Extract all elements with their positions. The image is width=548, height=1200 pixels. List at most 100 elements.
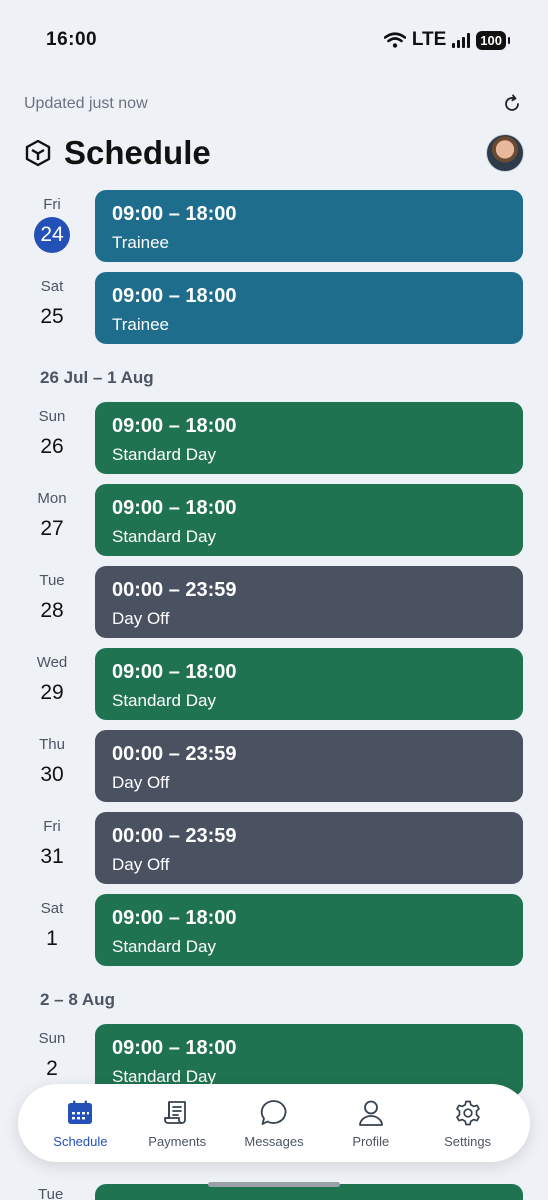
shift-card[interactable]: 00:00 – 23:59 Day Off <box>95 566 523 638</box>
shift-card[interactable]: 00:00 – 23:59 Day Off <box>95 730 523 802</box>
calendar-icon <box>65 1098 95 1128</box>
day-number: 29 <box>40 681 64 704</box>
page-title: Schedule <box>64 134 211 171</box>
day-number: 31 <box>40 845 64 868</box>
shift-type: Day Off <box>112 855 170 874</box>
status-indicators: LTE 100 <box>383 29 510 51</box>
network-type: LTE <box>411 29 447 50</box>
day-number: 26 <box>40 435 64 458</box>
day-number: 27 <box>40 517 64 540</box>
nav-label: Payments <box>148 1133 207 1149</box>
day-column: Tue 28 <box>24 566 80 638</box>
cube-logo-icon <box>25 139 51 167</box>
day-column: Sun 26 <box>24 402 80 474</box>
updated-status: Updated just now <box>24 95 148 112</box>
shift-type: Standard Day <box>112 445 216 464</box>
day-number: 25 <box>40 305 64 328</box>
updated-row: Updated just now <box>24 88 524 120</box>
day-number: 28 <box>40 599 64 622</box>
week-heading: 26 Jul – 1 Aug <box>40 368 154 387</box>
day-row: Wed 29 09:00 – 18:00 Standard Day <box>0 648 548 730</box>
nav-payments[interactable]: Payments <box>132 1098 222 1149</box>
shift-card[interactable]: 09:00 – 18:00 Standard Day <box>95 402 523 474</box>
nav-label: Messages <box>244 1133 304 1149</box>
day-row: Fri 24 09:00 – 18:00 Trainee <box>0 190 548 272</box>
shift-card[interactable]: 09:00 – 18:00 Standard Day <box>95 648 523 720</box>
chat-bubble-icon <box>259 1098 289 1128</box>
day-row: Sun 26 09:00 – 18:00 Standard Day <box>0 402 548 484</box>
shift-type: Standard Day <box>112 937 216 956</box>
day-column: Sat 1 <box>24 894 80 966</box>
nav-label: Schedule <box>53 1133 108 1149</box>
shift-time: 09:00 – 18:00 <box>112 497 237 519</box>
shift-card[interactable]: 09:00 – 18:00 Standard Day <box>95 894 523 966</box>
day-row: Mon 27 09:00 – 18:00 Standard Day <box>0 484 548 566</box>
day-of-week: Tue <box>38 1186 64 1200</box>
gear-icon <box>453 1098 483 1128</box>
shift-card[interactable]: 09:00 – 18:00 Standard Day <box>95 484 523 556</box>
day-of-week: Wed <box>36 654 68 671</box>
day-of-week: Thu <box>39 736 65 753</box>
shift-type: Day Off <box>112 609 170 628</box>
day-of-week: Sun <box>38 408 66 425</box>
refresh-icon[interactable] <box>500 92 524 116</box>
shift-time: 09:00 – 18:00 <box>112 1037 237 1059</box>
day-of-week: Sat <box>40 900 64 917</box>
day-of-week: Sat <box>40 278 64 295</box>
shift-time: 00:00 – 23:59 <box>112 825 237 847</box>
shift-time: 09:00 – 18:00 <box>112 415 237 437</box>
day-column: Fri 24 <box>24 190 80 262</box>
nav-label: Profile <box>352 1133 390 1149</box>
day-number: 30 <box>40 763 64 786</box>
title-wrap: Schedule <box>24 134 211 172</box>
day-of-week: Sun <box>38 1030 66 1047</box>
home-indicator <box>208 1182 340 1187</box>
day-row: Tue 28 00:00 – 23:59 Day Off <box>0 566 548 648</box>
shift-time: 09:00 – 18:00 <box>112 907 237 929</box>
person-icon <box>356 1098 386 1128</box>
day-column: Sat 25 <box>24 272 80 344</box>
day-column: Wed 29 <box>24 648 80 720</box>
nav-schedule[interactable]: Schedule <box>35 1098 125 1149</box>
nav-messages[interactable]: Messages <box>229 1098 319 1149</box>
day-of-week: Fri <box>43 818 61 835</box>
day-of-week: Mon <box>37 490 67 507</box>
shift-time: 00:00 – 23:59 <box>112 743 237 765</box>
signal-icon <box>452 32 471 48</box>
day-row: Thu 30 00:00 – 23:59 Day Off <box>0 730 548 812</box>
shift-type: Standard Day <box>112 691 216 710</box>
bottom-nav: Schedule Payments Messages Profile Setti… <box>18 1084 530 1162</box>
week-heading: 2 – 8 Aug <box>40 990 115 1009</box>
day-column: Thu 30 <box>24 730 80 802</box>
day-of-week: Fri <box>43 196 61 213</box>
shift-card[interactable]: 00:00 – 23:59 Day Off <box>95 812 523 884</box>
shift-time: 09:00 – 18:00 <box>112 285 237 307</box>
shift-type: Trainee <box>112 315 170 334</box>
shift-time: 00:00 – 23:59 <box>112 579 237 601</box>
wifi-icon <box>383 32 406 48</box>
page-header: Schedule <box>24 128 524 178</box>
today-date-badge: 24 <box>34 217 70 253</box>
shift-time: 09:00 – 18:00 <box>112 661 237 683</box>
day-row: Sat 25 09:00 – 18:00 Trainee <box>0 272 548 354</box>
receipt-icon <box>162 1098 192 1128</box>
nav-profile[interactable]: Profile <box>326 1098 416 1149</box>
day-number: 1 <box>46 927 58 950</box>
shift-type: Trainee <box>112 233 170 252</box>
shift-type: Standard Day <box>112 527 216 546</box>
day-number: 2 <box>46 1057 58 1080</box>
shift-card[interactable]: 09:00 – 18:00 Trainee <box>95 190 523 262</box>
battery-level: 100 <box>480 32 502 48</box>
nav-settings[interactable]: Settings <box>423 1098 513 1149</box>
day-row: Sat 1 09:00 – 18:00 Standard Day <box>0 894 548 976</box>
shift-time: 09:00 – 18:00 <box>112 203 237 225</box>
shift-card[interactable]: 09:00 – 18:00 Trainee <box>95 272 523 344</box>
status-bar: 16:00 LTE 100 <box>0 0 548 80</box>
status-time: 16:00 <box>46 29 98 50</box>
shift-type: Day Off <box>112 773 170 792</box>
avatar[interactable] <box>486 134 524 172</box>
nav-label: Settings <box>444 1133 492 1149</box>
day-row: Fri 31 00:00 – 23:59 Day Off <box>0 812 548 894</box>
day-of-week: Tue <box>39 572 65 589</box>
day-column: Fri 31 <box>24 812 80 884</box>
